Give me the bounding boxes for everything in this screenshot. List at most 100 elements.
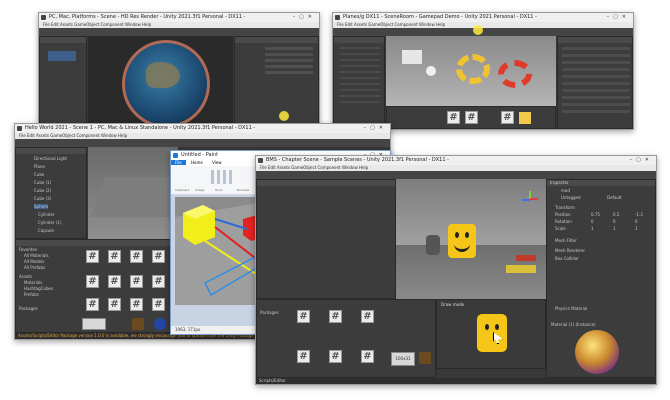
ribbon-group-label: Clipboard [175,188,190,192]
hashtag-tile[interactable]: # [501,111,514,124]
asset-thumb-100x31[interactable] [82,318,106,330]
hashtag-tile[interactable]: # [361,350,374,363]
window-controls[interactable]: –▢✕ [630,156,653,165]
hierarchy-item[interactable]: Cube (3) [34,196,51,201]
inspector-tab[interactable] [235,37,318,43]
asset-thumb-100x31[interactable]: 100x31 [391,352,415,366]
tools-group[interactable] [211,170,235,184]
component-header-mesh-filter[interactable]: Mesh Filter [555,238,577,243]
hierarchy-item[interactable]: Cube (2) [34,188,51,193]
hashtag-tile[interactable]: # [297,310,310,323]
hierarchy-item[interactable]: Sphere [34,204,49,209]
selected-row[interactable] [48,51,76,61]
project-item[interactable]: Packages [19,306,38,311]
hierarchy-item[interactable]: Directional Light [34,156,67,161]
inspector-tab[interactable] [558,37,632,43]
hierarchy-tab[interactable] [16,148,86,154]
gear-yellow [456,54,490,84]
asset-thumb-cube[interactable] [419,352,431,364]
window-title-bar[interactable]: Hello World 2021 - Scene 1 - PC, Mac & L… [15,124,390,133]
game-view[interactable]: Draw mode [436,299,546,369]
rotation-x[interactable]: 0 [591,219,594,224]
hierarchy-tab[interactable] [257,180,395,186]
hashtag-tile[interactable]: # [152,275,165,288]
rotation-y[interactable]: 0 [613,219,616,224]
inspector-title[interactable]: Inspector [547,180,655,186]
hashtag-tile[interactable]: # [108,250,121,263]
position-z[interactable]: -1.3 [635,212,643,217]
project-item[interactable]: Assets [19,274,32,279]
project-panel: Packages # # # # # # 100x31 [256,299,436,378]
scale-z[interactable]: 1 [635,226,638,231]
project-label[interactable]: Packages [260,310,279,315]
scene-overlay-label: Draw mode [441,302,465,307]
asset-thumb-sphere[interactable] [154,318,166,330]
component-header-physics-material[interactable]: Physics Material [555,306,587,311]
position-x[interactable]: 0.75 [591,212,600,217]
hashtag-tile[interactable]: # [447,111,460,124]
project-item[interactable]: All Materials [24,253,49,258]
window-title-bar[interactable]: Planes/g DX11 - SceneRoom - Gamepad Demo… [333,13,633,22]
hashtag-tile[interactable]: # [152,250,165,263]
hashtag-tile[interactable]: # [329,350,342,363]
scale-x[interactable]: 1 [591,226,594,231]
hashtag-tile[interactable]: # [130,275,143,288]
hierarchy-item[interactable]: Cube [34,172,44,177]
project-tab[interactable] [16,240,177,246]
hierarchy-tab[interactable] [40,37,86,43]
project-item[interactable]: All Prefabs [24,265,45,270]
tab-home[interactable]: Home [187,160,207,165]
status-position: 1963, 171px [175,327,201,332]
component-header-transform[interactable]: Transform [555,205,575,210]
scale-y[interactable]: 1 [613,226,616,231]
project-item[interactable]: Prefabs [24,292,39,297]
window-controls[interactable]: –▢✕ [607,13,630,22]
scene-view[interactable] [386,36,556,106]
tab-file[interactable]: File [171,160,186,165]
project-item[interactable]: Favorites [19,247,37,252]
gizmo-axes[interactable] [522,191,538,207]
hashtag-tile[interactable]: # [86,250,99,263]
scene-view[interactable] [88,147,178,239]
hashtag-tile[interactable]: # [465,111,478,124]
hierarchy-tab[interactable] [334,37,384,43]
yellow-cube-thumb[interactable] [519,112,531,124]
hierarchy-item[interactable]: Cylinder (1) [38,220,62,225]
project-item[interactable]: All Models [24,259,44,264]
inspector-fields[interactable] [265,47,313,77]
window-controls[interactable]: –▢✕ [293,13,316,22]
scene-view[interactable] [88,36,233,129]
rotation-z[interactable]: 0 [635,219,638,224]
hierarchy-item[interactable]: Cylinder [38,212,55,217]
hashtag-tile[interactable]: # [361,310,374,323]
component-header-mesh-renderer[interactable]: Mesh Renderer [555,248,585,253]
object-name[interactable]: mod [561,188,570,193]
component-header-box-collider[interactable]: Box Collider [555,256,579,261]
hierarchy-item[interactable]: Plane [34,164,45,169]
window-controls[interactable]: –▢✕ [364,124,387,133]
hashtag-tile[interactable]: # [329,310,342,323]
project-item[interactable]: Materials [24,280,42,285]
hierarchy-panel [333,36,385,129]
hashtag-tile[interactable]: # [130,250,143,263]
tag-field[interactable]: Untagged [561,195,581,200]
inspector-panel [557,36,633,129]
hierarchy-item[interactable]: Cube (1) [34,180,51,185]
hashtag-tile[interactable]: # [108,298,121,311]
scene-view[interactable] [396,179,546,299]
hashtag-tile[interactable]: # [297,350,310,363]
hashtag-tile[interactable]: # [108,275,121,288]
tab-view[interactable]: View [208,160,226,165]
hashtag-tile[interactable]: # [86,298,99,311]
hierarchy-item[interactable]: Capsule [38,228,54,233]
project-item[interactable]: HashtagCubes [24,286,53,291]
hashtag-tile[interactable]: # [86,275,99,288]
hashtag-tile[interactable]: # [152,298,165,311]
position-y[interactable]: 0.5 [613,212,619,217]
layer-field[interactable]: Default [607,195,622,200]
asset-thumb-cube[interactable] [132,318,144,330]
window-title-bar[interactable]: PC, Mac, Platforms - Scene - HD Res Rend… [39,13,319,22]
inspector-fields[interactable] [562,47,630,117]
hashtag-tile[interactable]: # [130,298,143,311]
window-title-bar[interactable]: BMS - Chapter Scene - Sample Scenes - Un… [256,156,656,165]
